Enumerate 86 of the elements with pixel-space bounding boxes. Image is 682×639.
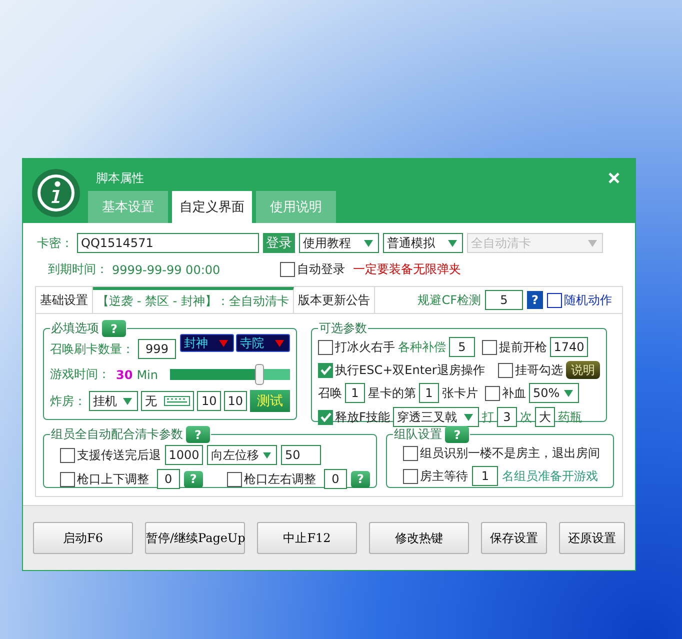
- input-field[interactable]: 1740: [550, 337, 588, 357]
- caret-icon: [219, 340, 228, 346]
- caret-icon: [263, 452, 271, 458]
- input-field[interactable]: 大: [534, 407, 555, 427]
- tab[interactable]: 自定义界面: [172, 191, 252, 223]
- caret-icon: [448, 240, 457, 246]
- checkbox[interactable]: 随机动作: [547, 292, 612, 308]
- keyboard-icon: [164, 396, 190, 406]
- window-title: 脚本属性: [96, 170, 145, 187]
- dropdown[interactable]: 穿透三叉戟: [392, 407, 479, 427]
- group-title: 组员全自动配合清卡参数: [51, 426, 183, 443]
- input-field[interactable]: 10: [224, 391, 247, 411]
- dropdown[interactable]: 寺院: [236, 334, 290, 352]
- label: 名组员准备开游戏: [502, 468, 598, 484]
- input-field[interactable]: 无: [140, 391, 194, 411]
- caret-icon: [275, 340, 284, 346]
- label: 打: [482, 408, 494, 426]
- label: 炸房：: [50, 392, 86, 410]
- input-field[interactable]: 10: [197, 391, 221, 411]
- caret-icon: [564, 390, 573, 396]
- input-field[interactable]: 1: [472, 466, 498, 486]
- tab[interactable]: 【逆袭 - 禁区 - 封神】：全自动清卡: [93, 287, 294, 313]
- checkbox[interactable]: 支援传送完后退: [60, 446, 161, 464]
- label: 卡密：: [37, 234, 73, 252]
- dropdown[interactable]: 向左位移: [207, 445, 277, 465]
- group-title: 可选参数: [319, 320, 367, 337]
- input-field[interactable]: 999: [138, 339, 176, 359]
- label: 药瓶: [558, 408, 582, 426]
- checkbox[interactable]: 挂哥勾选: [498, 362, 563, 378]
- action-button[interactable]: 启动F6: [33, 522, 133, 554]
- dropdown[interactable]: 封神: [180, 334, 234, 352]
- checkbox[interactable]: 自动登录: [280, 261, 346, 278]
- checkbox[interactable]: 枪口上下调整: [60, 470, 149, 488]
- dropdown[interactable]: 使用教程: [299, 233, 379, 253]
- explain-button[interactable]: 说明: [566, 361, 600, 379]
- caret-icon: [122, 398, 132, 404]
- action-button[interactable]: 保存设置: [481, 522, 547, 554]
- label: 召唤: [318, 384, 342, 402]
- input-field[interactable]: 5: [485, 290, 523, 310]
- group-title: 组队设置: [394, 426, 442, 443]
- label: 张卡片: [442, 384, 478, 402]
- label: 9999-99-99 00:00: [112, 262, 220, 276]
- input-field[interactable]: QQ1514571: [77, 233, 259, 253]
- checkbox[interactable]: 补血: [485, 384, 526, 402]
- slider-thumb[interactable]: [255, 364, 264, 385]
- label: 30: [116, 368, 133, 382]
- input-field[interactable]: 1: [419, 383, 439, 403]
- label: 规避CF检测: [418, 292, 481, 308]
- warning-text: 一定要装备无限弹夹: [353, 261, 462, 278]
- label: 星卡的第: [368, 384, 416, 402]
- input-field[interactable]: 0: [157, 469, 180, 489]
- input-field[interactable]: 5: [449, 337, 475, 357]
- dropdown[interactable]: 挂机: [89, 391, 138, 411]
- checkbox[interactable]: 打冰火右手: [318, 338, 395, 356]
- group-title: 必填选项: [51, 320, 99, 337]
- caret-icon: [588, 240, 597, 246]
- label: 次: [520, 408, 532, 426]
- input-field[interactable]: 3: [496, 407, 517, 427]
- info-icon: [31, 168, 81, 218]
- dropdown[interactable]: 50%: [529, 383, 579, 403]
- dropdown[interactable]: 普通模拟: [383, 233, 463, 253]
- help-button[interactable]: ?: [527, 291, 543, 309]
- checkbox[interactable]: 枪口左右调整: [227, 470, 316, 488]
- check-icon: [320, 412, 332, 422]
- checkbox[interactable]: 释放F技能: [318, 408, 390, 426]
- input-field[interactable]: 50: [281, 445, 321, 465]
- label: 各种补偿: [398, 338, 446, 356]
- checkbox[interactable]: 组员识别一楼不是房主，退出房间: [403, 445, 600, 462]
- caret-icon: [364, 240, 373, 246]
- input-field[interactable]: 0: [324, 469, 347, 489]
- action-button[interactable]: 还原设置: [559, 522, 625, 554]
- input-field[interactable]: 1000: [165, 445, 203, 465]
- checkbox[interactable]: 提前开枪: [482, 338, 547, 356]
- check-icon: [320, 365, 332, 375]
- close-button[interactable]: [607, 171, 621, 185]
- checkbox[interactable]: 执行ESC+双Enter退房操作: [318, 362, 485, 378]
- caret-icon: [464, 414, 473, 420]
- action-button[interactable]: 中止F12: [257, 522, 357, 554]
- label: 到期时间：: [48, 261, 108, 278]
- label: 召唤刷卡数量：: [50, 340, 134, 358]
- action-button[interactable]: 修改热键: [369, 522, 469, 554]
- action-button[interactable]: 暂停/继续PageUp: [145, 522, 245, 554]
- input-field[interactable]: 1: [345, 383, 365, 403]
- label: Min: [136, 368, 158, 382]
- checkbox[interactable]: 房主等待: [403, 468, 468, 484]
- label: 游戏时间：: [50, 366, 110, 383]
